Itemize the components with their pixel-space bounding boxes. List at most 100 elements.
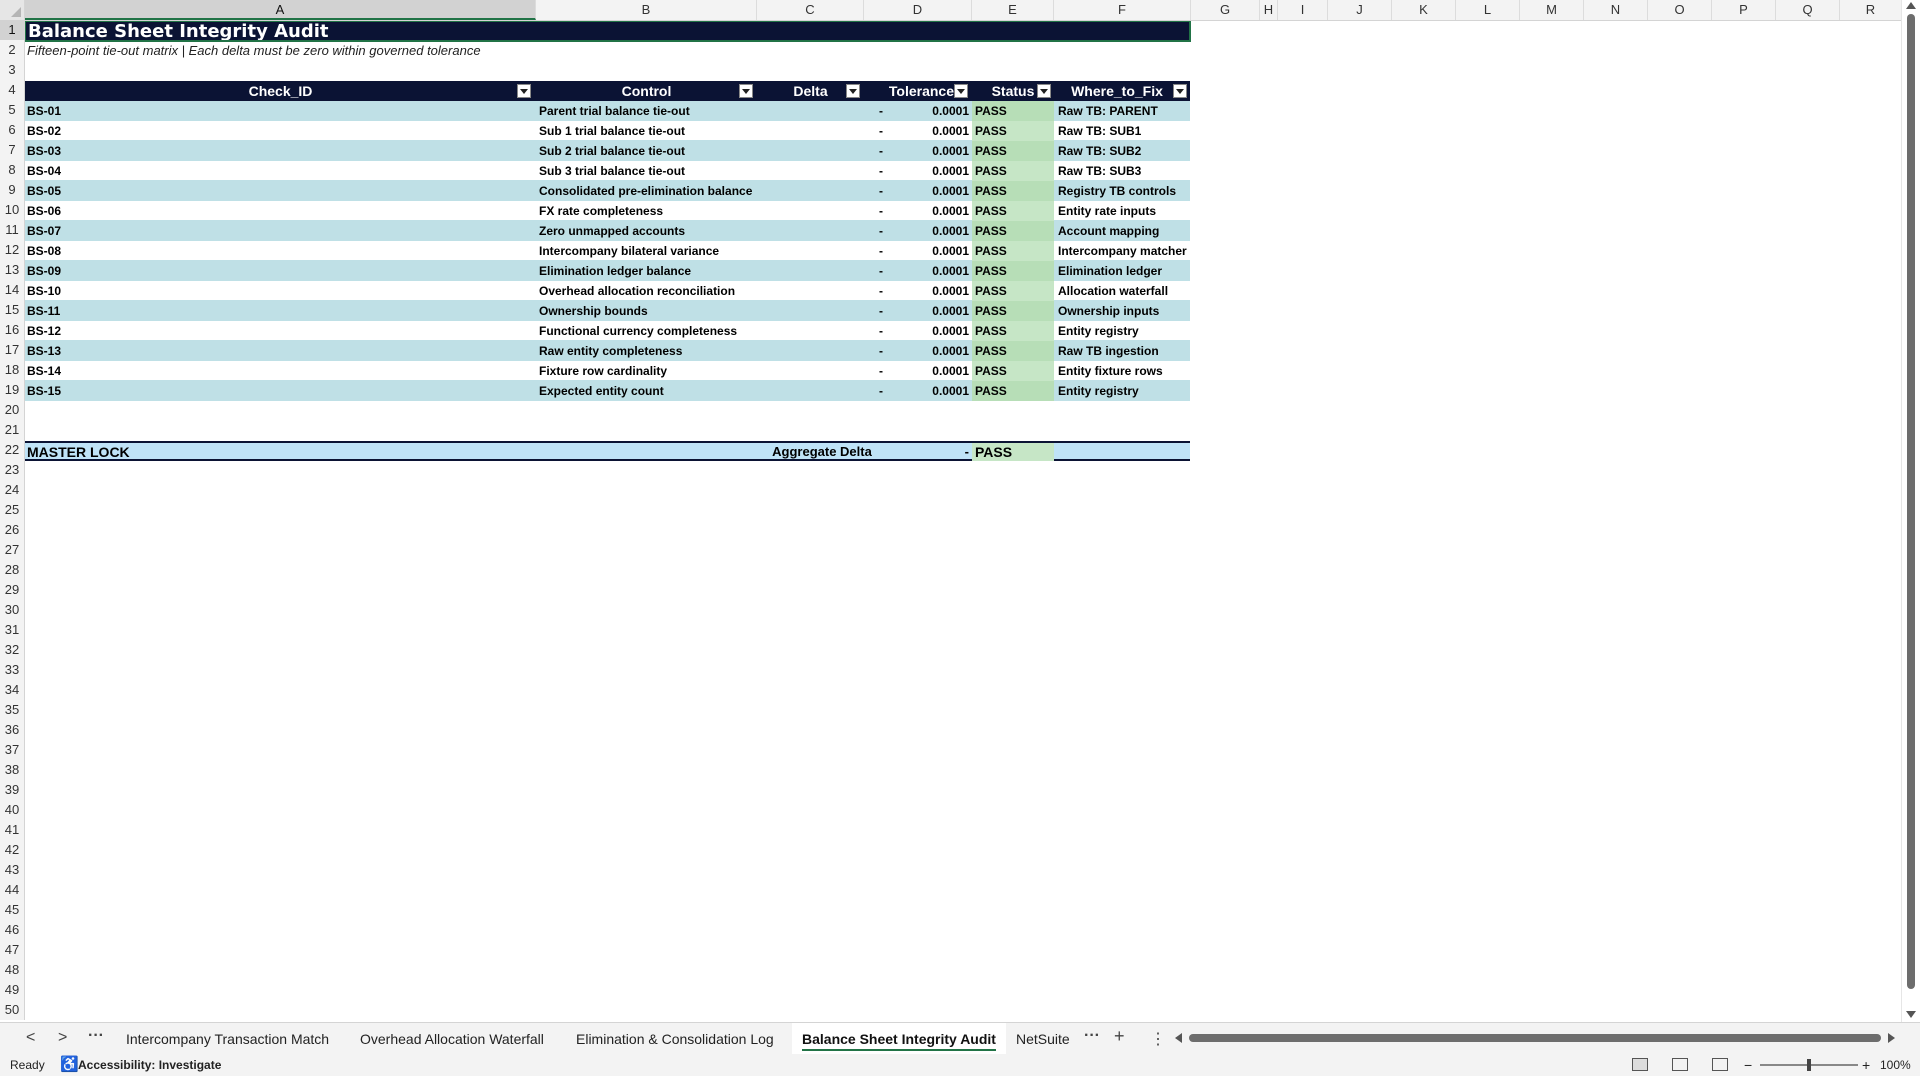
control-cell[interactable]: Overhead allocation reconciliation [539,281,757,301]
zoom-out-icon[interactable]: − [1744,1054,1752,1076]
control-cell[interactable]: Expected entity count [539,381,757,401]
header-control[interactable]: Control [536,81,757,101]
row-header[interactable]: 15 [0,300,24,320]
where-to-fix-cell[interactable]: Raw TB: SUB1 [1054,121,1190,141]
zoom-in-icon[interactable]: + [1862,1054,1870,1076]
sheet-subtitle[interactable]: Fifteen-point tie-out matrix | Each delt… [25,41,725,61]
row-header[interactable]: 10 [0,200,24,220]
row-header[interactable]: 29 [0,580,24,600]
tab-elimination-consolidation-log[interactable]: Elimination & Consolidation Log [566,1023,784,1055]
row-header[interactable]: 30 [0,600,24,620]
tolerance-cell[interactable]: 0.0001 [864,101,969,121]
row-header[interactable]: 31 [0,620,24,640]
tolerance-cell[interactable]: 0.0001 [864,381,969,401]
add-sheet-icon[interactable]: + [1114,1026,1125,1047]
row-header[interactable]: 6 [0,120,24,140]
scroll-up-icon[interactable] [1906,2,1916,9]
scroll-left-icon[interactable] [1175,1033,1182,1043]
page-layout-view-icon[interactable] [1672,1058,1688,1071]
where-to-fix-cell[interactable]: Entity registry [1054,321,1190,341]
scroll-down-icon[interactable] [1906,1011,1916,1018]
check-id-cell[interactable]: BS-01 [27,101,532,121]
control-cell[interactable]: Raw entity completeness [539,341,757,361]
tolerance-cell[interactable]: 0.0001 [864,301,969,321]
tab-balance-sheet-integrity-audit[interactable]: Balance Sheet Integrity Audit [792,1023,1006,1055]
where-to-fix-cell[interactable]: Raw TB: PARENT [1054,101,1190,121]
row-header[interactable]: 27 [0,540,24,560]
check-id-cell[interactable]: BS-12 [27,321,532,341]
row-header[interactable]: 4 [0,80,24,100]
control-cell[interactable]: Intercompany bilateral variance [539,241,757,261]
tolerance-cell[interactable]: 0.0001 [864,361,969,381]
select-all-button[interactable] [0,0,25,20]
control-cell[interactable]: Zero unmapped accounts [539,221,757,241]
row-header[interactable]: 49 [0,980,24,1000]
row-header[interactable]: 17 [0,340,24,360]
status-cell[interactable]: PASS [972,241,1054,261]
filter-dropdown-icon[interactable] [954,84,968,98]
accessibility-status[interactable]: Accessibility: Investigate [78,1054,221,1076]
row-header[interactable]: 13 [0,260,24,280]
filter-dropdown-icon[interactable] [517,84,531,98]
check-id-cell[interactable]: BS-04 [27,161,532,181]
column-header-E[interactable]: E [972,0,1054,20]
column-header-Q[interactable]: Q [1776,0,1840,20]
tolerance-cell[interactable]: 0.0001 [864,281,969,301]
status-cell[interactable]: PASS [972,301,1054,321]
check-id-cell[interactable]: BS-13 [27,341,532,361]
row-header[interactable]: 18 [0,360,24,380]
filter-dropdown-icon[interactable] [739,84,753,98]
control-cell[interactable]: Fixture row cardinality [539,361,757,381]
column-header-P[interactable]: P [1712,0,1776,20]
column-header-F[interactable]: F [1054,0,1191,20]
control-cell[interactable]: Consolidated pre-elimination balance [539,181,757,201]
row-header[interactable]: 48 [0,960,24,980]
row-header[interactable]: 44 [0,880,24,900]
row-header[interactable]: 20 [0,400,24,420]
filter-dropdown-icon[interactable] [1037,84,1051,98]
check-id-cell[interactable]: BS-07 [27,221,532,241]
where-to-fix-cell[interactable]: Entity rate inputs [1054,201,1190,221]
row-header[interactable]: 40 [0,800,24,820]
tab-overflow-icon[interactable]: ··· [1084,1027,1100,1045]
master-lock-label[interactable]: MASTER LOCK [27,443,130,461]
row-header[interactable]: 39 [0,780,24,800]
status-cell[interactable]: PASS [972,261,1054,281]
row-header[interactable]: 38 [0,760,24,780]
check-id-cell[interactable]: BS-15 [27,381,532,401]
control-cell[interactable]: Parent trial balance tie-out [539,101,757,121]
normal-view-icon[interactable] [1632,1058,1648,1071]
horizontal-scroll-thumb[interactable] [1189,1034,1881,1042]
aggregate-delta-value[interactable]: - [864,443,969,461]
filter-dropdown-icon[interactable] [1173,84,1187,98]
column-header-G[interactable]: G [1191,0,1260,20]
column-header-B[interactable]: B [536,0,757,20]
row-header[interactable]: 28 [0,560,24,580]
column-header-O[interactable]: O [1648,0,1712,20]
row-header[interactable]: 3 [0,60,24,80]
row-header[interactable]: 5 [0,100,24,120]
row-header[interactable]: 9 [0,180,24,200]
more-sheets-icon[interactable]: ··· [88,1027,104,1045]
sheet-title[interactable]: Balance Sheet Integrity Audit [25,21,1190,41]
column-header-I[interactable]: I [1278,0,1328,20]
column-header-M[interactable]: M [1520,0,1584,20]
horizontal-scrollbar[interactable] [1175,1031,1895,1045]
status-cell[interactable]: PASS [972,321,1054,341]
where-to-fix-cell[interactable]: Account mapping [1054,221,1190,241]
check-id-cell[interactable]: BS-08 [27,241,532,261]
control-cell[interactable]: Functional currency completeness [539,321,757,341]
status-cell[interactable]: PASS [972,101,1054,121]
status-cell[interactable]: PASS [972,281,1054,301]
zoom-level[interactable]: 100% [1880,1054,1911,1076]
check-id-cell[interactable]: BS-14 [27,361,532,381]
where-to-fix-cell[interactable]: Elimination ledger [1054,261,1190,281]
row-header[interactable]: 35 [0,700,24,720]
check-id-cell[interactable]: BS-03 [27,141,532,161]
where-to-fix-cell[interactable]: Entity fixture rows [1054,361,1190,381]
status-cell[interactable]: PASS [972,201,1054,221]
status-cell[interactable]: PASS [972,141,1054,161]
column-header-R[interactable]: R [1840,0,1902,20]
tab-overhead-allocation-waterfall[interactable]: Overhead Allocation Waterfall [350,1023,554,1055]
status-cell[interactable]: PASS [972,121,1054,141]
